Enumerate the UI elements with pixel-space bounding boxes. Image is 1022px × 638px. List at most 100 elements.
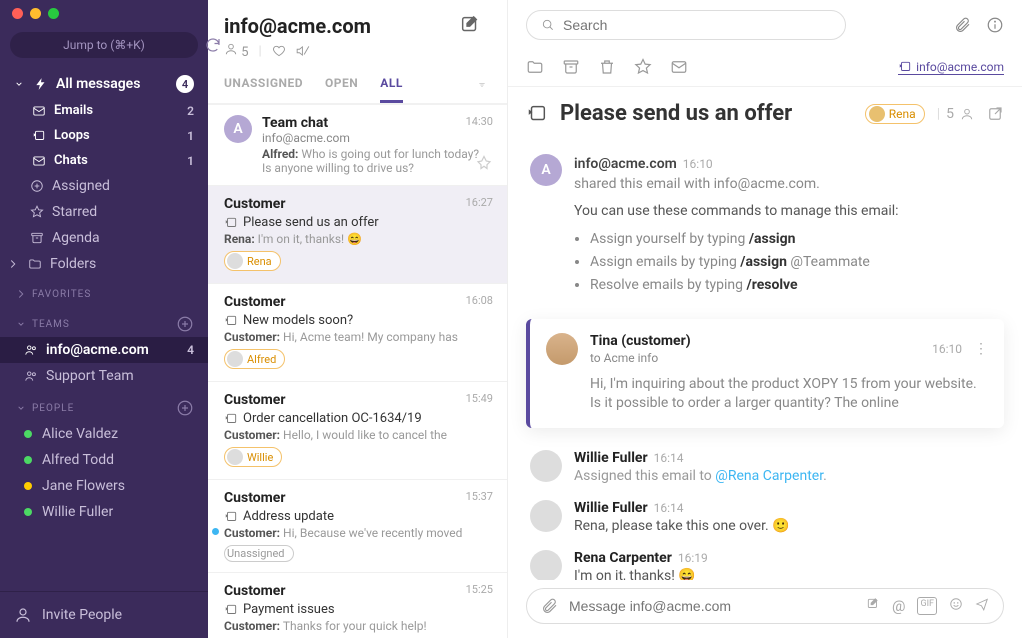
conversation-row[interactable]: Customer Order cancellation OC-1634/19 C… (208, 382, 507, 480)
person-row[interactable]: Alice Valdez (0, 421, 208, 447)
sender-name: Tina (customer) (590, 333, 691, 349)
share-icon (224, 216, 238, 230)
list-tabs: UNASSIGNED OPEN ALL (208, 66, 507, 105)
maximize-window-icon[interactable] (48, 8, 59, 19)
trash-icon[interactable] (598, 58, 616, 76)
app-avatar: A (530, 154, 562, 186)
tab-unassigned[interactable]: UNASSIGNED (224, 76, 303, 103)
conversation-subject: Please send us an offer (560, 101, 853, 126)
nav-assigned[interactable]: Assigned (0, 173, 208, 199)
shared-inbox-label[interactable]: info@acme.com (898, 60, 1004, 75)
card-menu-icon[interactable]: ⋮ (974, 341, 988, 357)
compose-icon[interactable] (459, 14, 481, 36)
folder-icon[interactable] (526, 58, 544, 76)
person-row[interactable]: Alfred Todd (0, 447, 208, 473)
all-messages-badge: 4 (176, 75, 194, 93)
all-messages-label: All messages (56, 76, 140, 92)
close-window-icon[interactable] (12, 8, 23, 19)
chevron-down-icon (14, 401, 28, 415)
email-body: Hi, I'm inquiring about the product XOPY… (590, 375, 988, 414)
emoji-icon[interactable] (949, 597, 963, 611)
refresh-icon[interactable] (204, 36, 222, 54)
status-dot (24, 456, 32, 464)
jump-to-button[interactable]: Jump to (⌘+K) (10, 32, 198, 58)
email-card[interactable]: Tina (customer) to Acme info 16:10 ⋮ Hi,… (526, 319, 1004, 428)
nav-agenda[interactable]: Agenda (0, 225, 208, 251)
status-chip: Unassigned (224, 545, 294, 562)
attach-icon[interactable] (541, 597, 559, 615)
message-composer[interactable]: @ GIF (526, 588, 1004, 624)
add-team-icon[interactable] (176, 315, 194, 333)
nav-starred[interactable]: Starred (0, 199, 208, 225)
archive-icon[interactable] (562, 58, 580, 76)
person-row[interactable]: Willie Fuller (0, 499, 208, 525)
minimize-window-icon[interactable] (30, 8, 41, 19)
nav-chats[interactable]: Chats1 (0, 148, 208, 173)
nav-folders[interactable]: Folders (0, 251, 208, 277)
popout-icon[interactable] (986, 105, 1004, 123)
team-row[interactable]: Support Team (0, 363, 208, 389)
conversation-row[interactable]: Customer Payment issues Customer: Thanks… (208, 573, 507, 638)
message-feed: A info@acme.com16:10 shared this email w… (508, 140, 1022, 580)
star-icon[interactable] (634, 58, 652, 76)
status-chip: Willie (224, 447, 282, 467)
agenda-icon (30, 231, 44, 245)
conversation-row[interactable]: Customer Address update Customer: Hi, Be… (208, 480, 507, 573)
team-row[interactable]: info@acme.com4 (0, 337, 208, 363)
search-field[interactable] (563, 17, 831, 33)
share-icon (224, 603, 238, 617)
send-icon[interactable] (975, 597, 989, 611)
star-icon (30, 205, 44, 219)
channel-title: info@acme.com (224, 14, 459, 38)
conversation-row[interactable]: Customer New models soon? Customer: Hi, … (208, 284, 507, 382)
team-chat-row[interactable]: A Team chat info@acme.com Alfred: Who is… (208, 105, 507, 186)
teams-header[interactable]: TEAMS (0, 305, 208, 337)
nav-loops[interactable]: Loops1 (0, 123, 208, 148)
conversation-row[interactable]: Customer Please send us an offer Rena: I… (208, 186, 507, 284)
folders-icon (28, 257, 42, 271)
share-icon (224, 314, 238, 328)
people-header[interactable]: PEOPLE (0, 389, 208, 421)
mention-icon[interactable]: @ (892, 597, 905, 615)
invite-icon (14, 606, 32, 624)
team-icon (24, 343, 38, 357)
conversation-list: A Team chat info@acme.com Alfred: Who is… (208, 105, 507, 638)
card-time: 16:10 (932, 342, 962, 356)
system-message: A info@acme.com16:10 shared this email w… (508, 148, 1022, 305)
search-input[interactable] (526, 10, 846, 40)
sender-avatar (546, 333, 578, 365)
team-icon (24, 369, 38, 383)
note-icon[interactable] (866, 597, 880, 611)
user-icon (224, 42, 238, 56)
add-person-icon[interactable] (176, 399, 194, 417)
pin-icon[interactable] (475, 155, 493, 173)
person-row[interactable]: Jane Flowers (0, 473, 208, 499)
tab-all[interactable]: ALL (380, 76, 403, 103)
info-icon[interactable] (986, 16, 1004, 34)
assign-icon (30, 179, 44, 193)
gif-icon[interactable]: GIF (917, 597, 937, 615)
assignee-chip[interactable]: Rena (865, 104, 925, 124)
chat-message: Willie Fuller16:14 Assigned this email t… (508, 442, 1022, 492)
tab-open[interactable]: OPEN (325, 76, 358, 103)
recipient-label: to Acme info (590, 351, 691, 365)
share-icon (526, 103, 548, 125)
favorites-header[interactable]: FAVORITES (0, 277, 208, 305)
nav-emails[interactable]: Emails2 (0, 98, 208, 123)
attachment-icon[interactable] (954, 16, 972, 34)
heart-icon[interactable] (272, 44, 286, 58)
all-messages-row[interactable]: All messages 4 (0, 70, 208, 98)
chevron-down-icon (14, 317, 28, 331)
avatar (530, 550, 562, 580)
lightning-icon (34, 77, 48, 91)
mail-icon[interactable] (670, 58, 688, 76)
jump-to-label: Jump to (⌘+K) (63, 38, 145, 52)
invite-people-button[interactable]: Invite People (0, 591, 208, 638)
mute-icon[interactable] (296, 44, 310, 58)
composer-input[interactable] (569, 598, 856, 614)
conversation-pane: info@acme.com Please send us an offer Re… (508, 0, 1022, 638)
status-dot (24, 430, 32, 438)
sidebar: Jump to (⌘+K) All messages 4 Emails2Loop… (0, 0, 208, 638)
filter-icon[interactable] (473, 81, 491, 99)
members-count: 5 (224, 42, 249, 60)
